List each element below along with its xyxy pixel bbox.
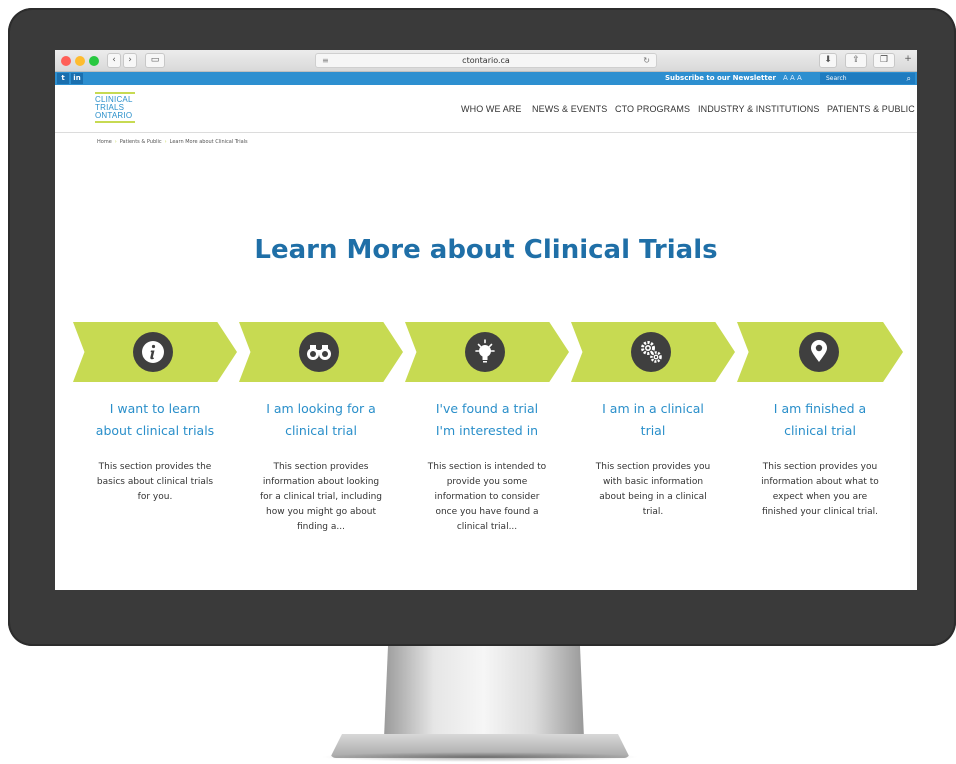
monitor-mockup: ‹ › ▭ ≡ ctontario.ca ↻ ⬇ ⇪ ❐ + t in Subs… [0, 0, 956, 764]
desc-line: information about what to [761, 477, 879, 487]
site-header: CLINICAL TRIALS ONTARIO WHO WE ARE NEWS … [55, 85, 917, 133]
step-title-line[interactable]: I am finished a [745, 398, 895, 420]
desc-line: information to consider [434, 492, 540, 502]
breadcrumb-current: Learn More about Clinical Trials [169, 139, 248, 145]
location-pin-icon[interactable] [799, 332, 839, 372]
desc-line: This section provides you [595, 462, 711, 472]
step-column-in-trial: I am in a clinical trial This section pr… [578, 398, 728, 520]
utility-bar: t in Subscribe to our Newsletter A A A S… [55, 72, 917, 85]
step-title-line[interactable]: clinical trial [246, 420, 396, 442]
breadcrumb: Home › Patients & Public › Learn More about … [97, 139, 248, 145]
close-window-button[interactable] [61, 56, 71, 66]
breadcrumb-patients-public[interactable]: Patients & Public [120, 139, 162, 145]
address-text: ctontario.ca [462, 56, 510, 65]
desc-line: about being in a clinical [599, 492, 707, 502]
gears-icon[interactable] [631, 332, 671, 372]
reader-icon[interactable]: ≡ [322, 54, 329, 67]
twitter-icon[interactable]: t [57, 73, 69, 84]
zoom-window-button[interactable] [89, 56, 99, 66]
desc-line: once you have found a [435, 507, 539, 517]
address-bar[interactable]: ≡ ctontario.ca ↻ [315, 53, 657, 68]
linkedin-icon[interactable]: in [71, 73, 83, 84]
lightbulb-icon[interactable] [465, 332, 505, 372]
desc-line: expect when you are [772, 492, 868, 502]
nav-news-events[interactable]: NEWS & EVENTS [532, 104, 607, 114]
monitor-stand-neck [384, 646, 584, 738]
breadcrumb-separator: › [164, 139, 167, 145]
step-title-line[interactable]: I am in a clinical [578, 398, 728, 420]
logo-bottom-bar [95, 121, 135, 123]
binoculars-icon[interactable] [299, 332, 339, 372]
desc-line: This section is intended to [427, 462, 547, 472]
breadcrumb-separator: › [114, 139, 117, 145]
step-column-finished: I am finished a clinical trial This sect… [745, 398, 895, 520]
font-size-controls[interactable]: A A A [783, 73, 802, 84]
share-icon[interactable]: ⇪ [845, 53, 867, 68]
nav-cto-programs[interactable]: CTO PROGRAMS [615, 104, 690, 114]
step-description: This section provides the basics about c… [80, 460, 230, 505]
step-title-line[interactable]: I'm interested in [412, 420, 562, 442]
browser-toolbar: ‹ › ▭ ≡ ctontario.ca ↻ ⬇ ⇪ ❐ + [55, 50, 917, 72]
info-icon[interactable] [133, 332, 173, 372]
step-title-line[interactable]: clinical trial [745, 420, 895, 442]
stand-shadow [320, 752, 640, 762]
step-description: This section provides you information ab… [745, 460, 895, 520]
minimize-window-button[interactable] [75, 56, 85, 66]
desc-line: how you might go about [266, 507, 376, 517]
step-title-line[interactable]: about clinical trials [80, 420, 230, 442]
step-column-looking: I am looking for a clinical trial This s… [246, 398, 396, 535]
logo-top-bar [95, 92, 135, 94]
step-description: This section is intended to provide you … [412, 460, 562, 535]
desc-line: for you. [137, 492, 173, 502]
logo-line: ONTARIO [95, 111, 133, 120]
step-description: This section provides information about … [246, 460, 396, 535]
desc-line: information about looking [262, 477, 380, 487]
desc-line: trial. [642, 507, 664, 517]
step-title-line[interactable]: I've found a trial [412, 398, 562, 420]
new-tab-icon[interactable]: + [901, 53, 915, 68]
desc-line: clinical trial... [456, 522, 518, 532]
desc-line: with basic information [602, 477, 704, 487]
desc-line: finding a... [297, 522, 345, 532]
desc-line: This section provides you [762, 462, 878, 472]
search-input[interactable]: Search ⌕ [820, 73, 915, 84]
newsletter-link[interactable]: Subscribe to our Newsletter [665, 73, 776, 84]
back-icon[interactable]: ‹ [107, 53, 121, 68]
sidebar-icon[interactable]: ▭ [145, 53, 165, 68]
reload-icon[interactable]: ↻ [643, 54, 650, 67]
desc-line: This section provides [273, 462, 369, 472]
step-title-line[interactable]: trial [578, 420, 728, 442]
step-column-found: I've found a trial I'm interested in Thi… [412, 398, 562, 535]
search-icon[interactable]: ⌕ [907, 73, 911, 84]
browser-screen: ‹ › ▭ ≡ ctontario.ca ↻ ⬇ ⇪ ❐ + t in Subs… [55, 50, 917, 590]
nav-who-we-are[interactable]: WHO WE ARE [461, 104, 522, 114]
desc-line: basics about clinical trials [96, 477, 214, 487]
search-placeholder: Search [826, 75, 847, 82]
forward-icon[interactable]: › [123, 53, 137, 68]
nav-industry-institutions[interactable]: INDUSTRY & INSTITUTIONS [698, 104, 819, 114]
steps-chevron-band [73, 322, 903, 382]
breadcrumb-home[interactable]: Home [97, 139, 112, 145]
download-icon[interactable]: ⬇ [819, 53, 837, 68]
tabs-icon[interactable]: ❐ [873, 53, 895, 68]
step-title-line[interactable]: I want to learn [80, 398, 230, 420]
desc-line: provide you some [446, 477, 528, 487]
step-description: This section provides you with basic inf… [578, 460, 728, 520]
site-logo[interactable]: CLINICAL TRIALS ONTARIO [95, 92, 155, 123]
page-title: Learn More about Clinical Trials [254, 235, 718, 265]
desc-line: This section provides the [98, 462, 212, 472]
desc-line: for a clinical trial, including [259, 492, 383, 502]
step-column-learn: I want to learn about clinical trials Th… [80, 398, 230, 505]
step-title-line[interactable]: I am looking for a [246, 398, 396, 420]
nav-patients-public[interactable]: PATIENTS & PUBLIC [827, 104, 915, 114]
desc-line: finished your clinical trial. [761, 507, 879, 517]
